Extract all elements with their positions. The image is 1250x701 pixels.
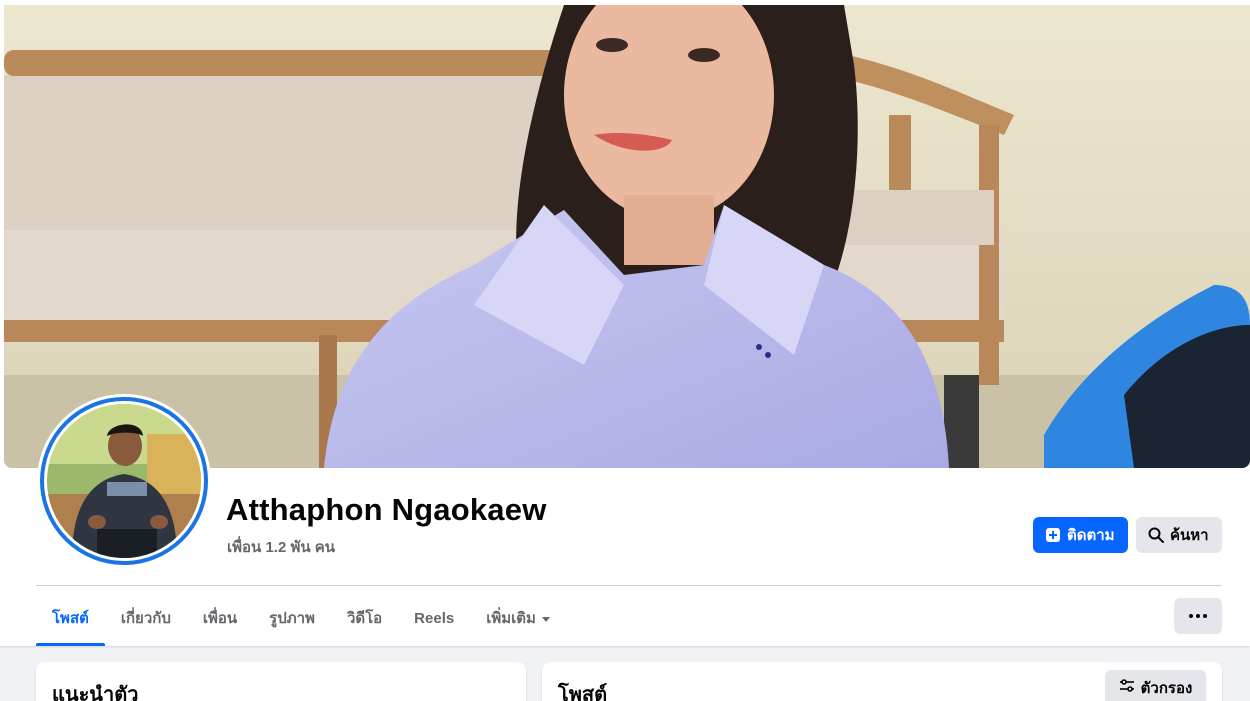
more-dots-icon bbox=[1203, 614, 1207, 618]
tab-about[interactable]: เกี่ยวกับ bbox=[105, 590, 187, 646]
avatar-story-ring bbox=[40, 397, 208, 565]
search-label: ค้นหา bbox=[1170, 527, 1209, 544]
intro-card: แนะนำตัว bbox=[36, 662, 526, 701]
tab-label: รูปภาพ bbox=[269, 610, 315, 627]
tab-label: Reels bbox=[414, 609, 455, 627]
tab-label: โพสต์ bbox=[52, 610, 89, 627]
filter-button[interactable]: ตัวกรอง bbox=[1105, 670, 1206, 701]
search-button[interactable]: ค้นหา bbox=[1136, 517, 1222, 553]
more-dots-icon bbox=[1196, 614, 1200, 618]
tab-label: เพิ่มเติม bbox=[486, 610, 536, 627]
follow-button[interactable]: ติดตาม bbox=[1033, 517, 1128, 553]
friends-count[interactable]: เพื่อน 1.2 พัน คน bbox=[227, 535, 335, 559]
tab-reels[interactable]: Reels bbox=[398, 590, 470, 646]
profile-name: Atthaphon Ngaokaew bbox=[226, 492, 547, 527]
tab-posts[interactable]: โพสต์ bbox=[36, 590, 105, 646]
tab-friends[interactable]: เพื่อน bbox=[187, 590, 253, 646]
profile-page: Atthaphon Ngaokaew เพื่อน 1.2 พัน คน ติด… bbox=[0, 0, 1250, 701]
intro-title: แนะนำตัว bbox=[52, 684, 139, 701]
profile-avatar[interactable] bbox=[37, 394, 211, 568]
tab-label: เกี่ยวกับ bbox=[120, 610, 171, 627]
tab-photos[interactable]: รูปภาพ bbox=[253, 590, 331, 646]
profile-header: Atthaphon Ngaokaew เพื่อน 1.2 พัน คน ติด… bbox=[0, 0, 1250, 646]
tab-label: เพื่อน bbox=[202, 610, 238, 627]
more-options-button[interactable] bbox=[1174, 598, 1222, 634]
follow-label: ติดตาม bbox=[1067, 527, 1115, 544]
tab-label: วิดีโอ bbox=[346, 610, 383, 627]
cover-photo[interactable] bbox=[4, 5, 1250, 468]
posts-card: โพสต์ ตัวกรอง bbox=[542, 662, 1222, 701]
caret-down-icon bbox=[541, 616, 550, 622]
tab-videos[interactable]: วิดีโอ bbox=[331, 590, 398, 646]
more-dots-icon bbox=[1189, 614, 1193, 618]
posts-title: โพสต์ bbox=[558, 684, 608, 701]
avatar-photo bbox=[47, 404, 201, 558]
header-divider bbox=[36, 585, 1222, 586]
profile-tabs: โพสต์ เกี่ยวกับ เพื่อน รูปภาพ วิดีโอ Ree… bbox=[36, 590, 566, 646]
filter-label: ตัวกรอง bbox=[1140, 680, 1193, 697]
search-icon bbox=[1148, 527, 1164, 543]
plus-person-icon bbox=[1045, 527, 1061, 543]
filter-icon bbox=[1119, 678, 1135, 698]
tab-more[interactable]: เพิ่มเติม bbox=[470, 590, 566, 646]
